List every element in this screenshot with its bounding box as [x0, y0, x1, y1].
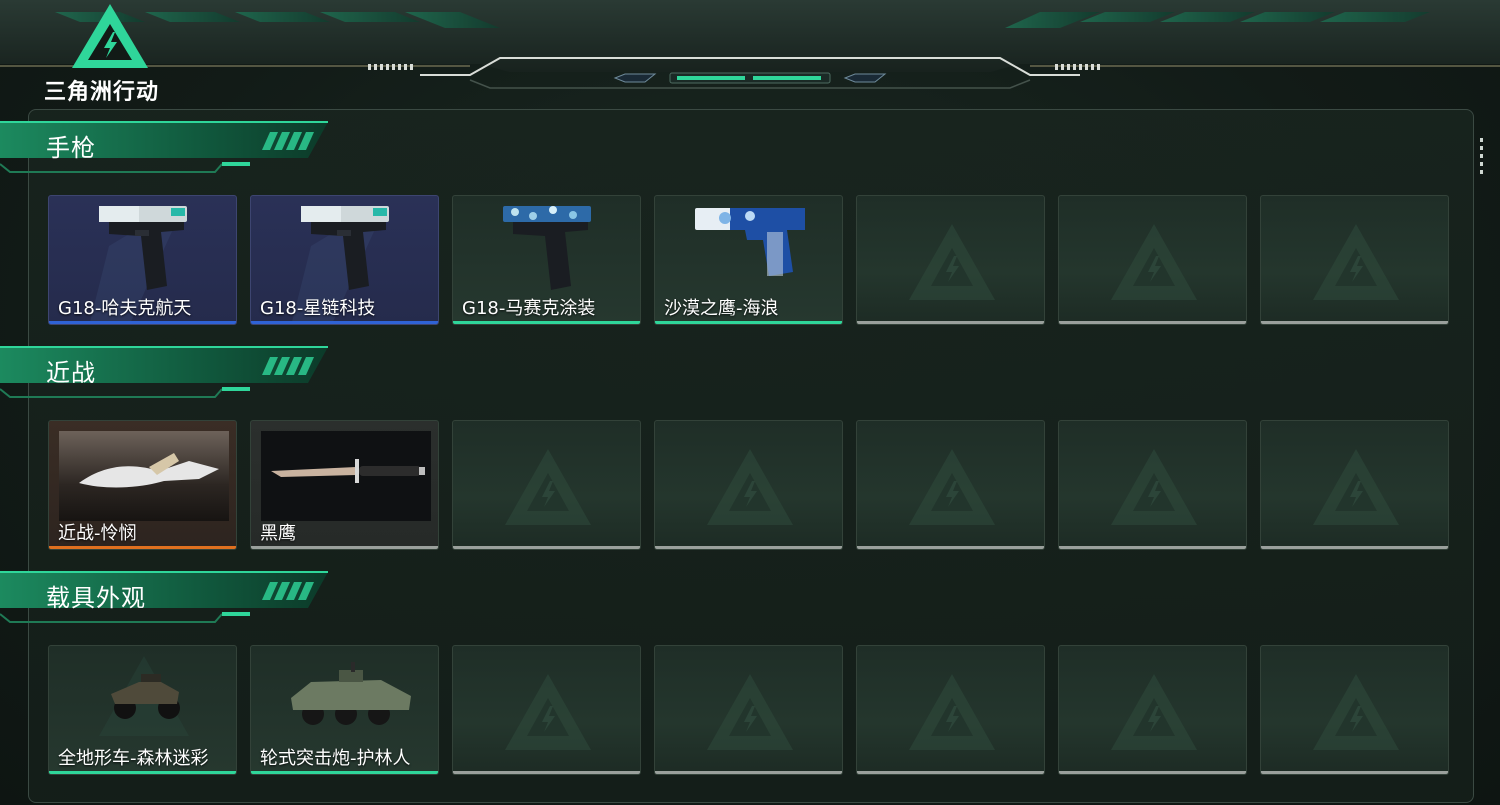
section-header-vehicles: 载具外观: [0, 570, 340, 626]
empty-item-slot[interactable]: [1260, 645, 1449, 775]
items-row-pistols: G18-哈夫克航天 G18-星链科技 G18-马赛克涂装 沙漠之鹰-海浪: [48, 195, 1450, 325]
empty-slot-logo-icon: [505, 674, 591, 750]
top-header: 三角洲行动: [0, 0, 1500, 108]
empty-item-slot[interactable]: [1058, 645, 1247, 775]
rarity-bar: [453, 546, 640, 549]
section-header-pistols: 手枪: [0, 120, 340, 176]
rarity-bar: [1059, 546, 1246, 549]
empty-slot-logo-icon: [1313, 449, 1399, 525]
item-label: 轮式突击炮-护林人: [260, 748, 411, 769]
empty-slot-logo-icon: [909, 449, 995, 525]
rarity-bar: [251, 771, 438, 774]
empty-item-slot[interactable]: [1058, 420, 1247, 550]
rarity-bar: [857, 321, 1044, 324]
empty-item-slot[interactable]: [452, 420, 641, 550]
item-label: 沙漠之鹰-海浪: [664, 298, 779, 319]
delta-triangle-logo-icon: [70, 2, 150, 70]
rarity-bar: [655, 321, 842, 324]
item-card[interactable]: 轮式突击炮-护林人: [250, 645, 439, 775]
item-card[interactable]: 近战-怜悯: [48, 420, 237, 550]
scroll-indicator[interactable]: [1480, 138, 1486, 182]
header-decoration: [0, 0, 1500, 89]
empty-item-slot[interactable]: [856, 645, 1045, 775]
rarity-bar: [453, 771, 640, 774]
rarity-bar: [1261, 546, 1448, 549]
item-label: 近战-怜悯: [58, 523, 137, 544]
rarity-bar: [1059, 321, 1246, 324]
section-title: 手枪: [46, 134, 96, 162]
section-header-melee: 近战: [0, 345, 340, 401]
inventory-screen: 三角洲行动 手枪 G18-哈夫克航天 G18-星链科技 G18-马赛克涂装 沙漠…: [0, 0, 1500, 805]
rarity-bar: [453, 321, 640, 324]
empty-slot-logo-icon: [707, 449, 793, 525]
empty-item-slot[interactable]: [1260, 195, 1449, 325]
empty-slot-logo-icon: [1111, 224, 1197, 300]
item-card[interactable]: G18-马赛克涂装: [452, 195, 641, 325]
item-label: G18-星链科技: [260, 298, 376, 319]
item-label: 全地形车-森林迷彩: [58, 748, 209, 769]
item-card[interactable]: 沙漠之鹰-海浪: [654, 195, 843, 325]
section-title: 近战: [46, 359, 96, 387]
empty-slot-logo-icon: [707, 674, 793, 750]
rarity-bar: [251, 321, 438, 324]
empty-item-slot[interactable]: [1058, 195, 1247, 325]
empty-slot-logo-icon: [909, 674, 995, 750]
item-label: G18-马赛克涂装: [462, 298, 596, 319]
empty-slot-logo-icon: [1313, 224, 1399, 300]
item-label: G18-哈夫克航天: [58, 298, 192, 319]
rarity-bar: [49, 546, 236, 549]
rarity-bar: [1059, 771, 1246, 774]
empty-item-slot[interactable]: [452, 645, 641, 775]
rarity-bar: [655, 771, 842, 774]
item-label: 黑鹰: [260, 523, 296, 544]
empty-item-slot[interactable]: [1260, 420, 1449, 550]
items-row-vehicles: 全地形车-森林迷彩 轮式突击炮-护林人: [48, 645, 1450, 775]
empty-slot-logo-icon: [1111, 449, 1197, 525]
empty-item-slot[interactable]: [654, 420, 843, 550]
item-card[interactable]: 全地形车-森林迷彩: [48, 645, 237, 775]
rarity-bar: [1261, 321, 1448, 324]
rarity-bar: [251, 546, 438, 549]
empty-slot-logo-icon: [1111, 674, 1197, 750]
items-row-melee: 近战-怜悯 黑鹰: [48, 420, 1450, 550]
rarity-bar: [655, 546, 842, 549]
rarity-bar: [1261, 771, 1448, 774]
rarity-bar: [49, 771, 236, 774]
empty-item-slot[interactable]: [856, 420, 1045, 550]
rarity-bar: [857, 546, 1044, 549]
empty-item-slot[interactable]: [654, 645, 843, 775]
empty-slot-logo-icon: [505, 449, 591, 525]
rarity-bar: [49, 321, 236, 324]
item-card[interactable]: G18-星链科技: [250, 195, 439, 325]
empty-item-slot[interactable]: [856, 195, 1045, 325]
empty-slot-logo-icon: [909, 224, 995, 300]
brand-name: 三角洲行动: [44, 80, 160, 105]
empty-slot-logo-icon: [1313, 674, 1399, 750]
item-card[interactable]: G18-哈夫克航天: [48, 195, 237, 325]
item-card[interactable]: 黑鹰: [250, 420, 439, 550]
rarity-bar: [857, 771, 1044, 774]
section-title: 载具外观: [46, 584, 146, 612]
